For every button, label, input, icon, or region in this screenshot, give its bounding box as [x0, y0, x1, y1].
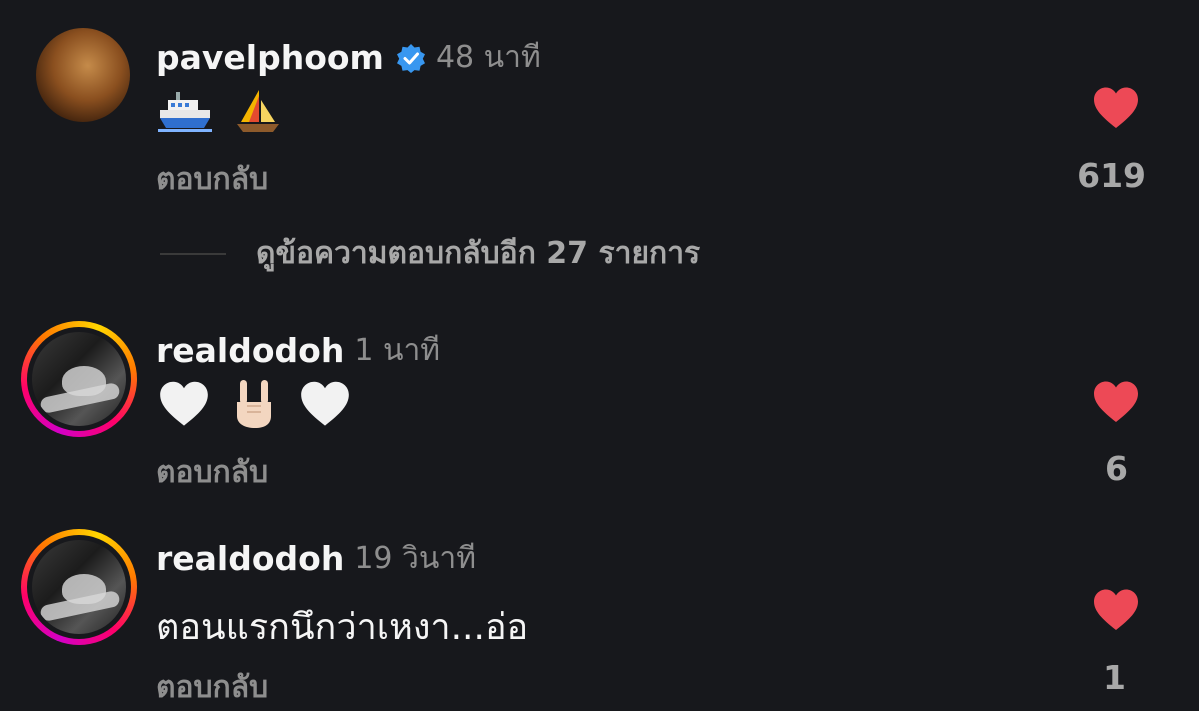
rock-on-hand-icon: [237, 380, 272, 428]
white-heart-icon: [301, 381, 349, 426]
comment-text: [158, 86, 293, 136]
like-count[interactable]: 1: [1026, 658, 1126, 697]
verified-badge-icon: [396, 43, 425, 73]
like-heart-icon[interactable]: [1092, 86, 1140, 130]
like-heart-icon[interactable]: [1092, 380, 1140, 424]
view-more-replies[interactable]: ดูข้อความตอบกลับอีก 27 รายการ: [160, 230, 700, 277]
avatar[interactable]: [36, 28, 130, 122]
comment-header: realdodoh 1 นาที: [156, 327, 440, 374]
comment-text: [158, 378, 361, 430]
white-heart-icon: [160, 381, 208, 426]
avatar: [32, 540, 126, 634]
comment-text: ตอนแรกนึกว่าเหงา...อ่อ: [156, 607, 529, 648]
comment-header: pavelphoom 48 นาที: [156, 34, 541, 81]
divider-line: [160, 252, 226, 255]
like-count[interactable]: 619: [1046, 156, 1146, 195]
reply-button[interactable]: ตอบกลับ: [156, 664, 268, 711]
username[interactable]: realdodoh: [156, 539, 344, 578]
reply-button[interactable]: ตอบกลับ: [156, 449, 268, 496]
avatar: [32, 332, 126, 426]
avatar-story-ring[interactable]: [21, 321, 137, 437]
timestamp: 48 นาที: [435, 40, 541, 75]
timestamp: 19 วินาที: [354, 541, 477, 576]
like-count[interactable]: 6: [1028, 449, 1128, 488]
like-heart-icon[interactable]: [1092, 588, 1140, 632]
view-replies-label[interactable]: ดูข้อความตอบกลับอีก 27 รายการ: [256, 230, 700, 277]
avatar-story-ring[interactable]: [21, 529, 137, 645]
username[interactable]: pavelphoom: [156, 38, 384, 77]
reply-button[interactable]: ตอบกลับ: [156, 156, 268, 203]
username[interactable]: realdodoh: [156, 331, 344, 370]
comment-header: realdodoh 19 วินาที: [156, 535, 476, 582]
sailboat-icon: [237, 90, 280, 132]
ferry-icon: [158, 92, 212, 132]
timestamp: 1 นาที: [354, 333, 441, 368]
